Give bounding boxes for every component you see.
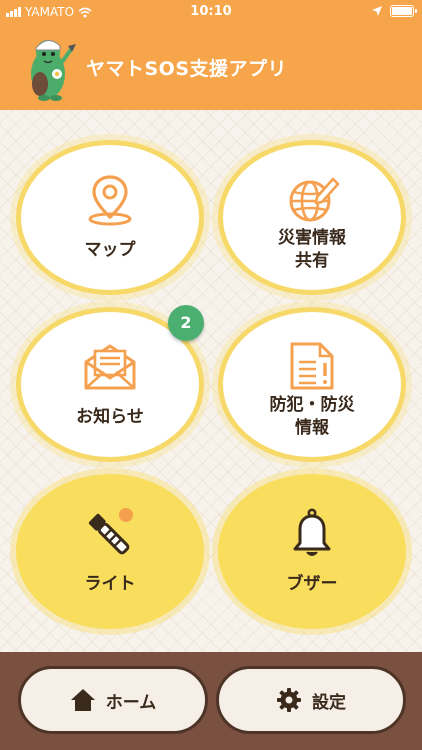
map-pin-icon xyxy=(88,175,132,226)
mascot-logo xyxy=(31,40,76,101)
settings-button-label: 設定 xyxy=(312,692,346,713)
map-tile-label: マップ xyxy=(84,240,136,260)
light-tile-label: ライト xyxy=(84,574,136,594)
bottom-nav: ホーム 設定 xyxy=(0,652,422,750)
status-bar: YAMATO 10:10 xyxy=(0,0,422,26)
home-button[interactable]: ホーム xyxy=(18,666,208,734)
app-title: ヤマトSOS支援アプリ xyxy=(86,58,288,80)
prevention-info-tile[interactable]: 防犯・防災 情報 xyxy=(218,307,406,462)
home-button-label: ホーム xyxy=(105,692,157,713)
envelope-icon xyxy=(84,344,136,390)
disaster-info-share-label: 災害情報 共有 xyxy=(278,228,346,271)
battery-icon xyxy=(390,5,417,17)
globe-pencil-icon xyxy=(289,177,340,222)
map-tile[interactable]: マップ xyxy=(16,140,204,295)
settings-button[interactable]: 設定 xyxy=(216,666,406,734)
buzzer-tile[interactable]: ブザー xyxy=(218,474,406,629)
flashlight-icon xyxy=(88,508,133,555)
home-icon xyxy=(70,689,95,711)
disaster-info-share-tile[interactable]: 災害情報 共有 xyxy=(218,140,406,295)
notification-badge: 2 xyxy=(168,305,204,341)
document-alert-icon xyxy=(290,342,334,390)
light-tile[interactable]: ライト xyxy=(16,474,204,629)
bell-icon xyxy=(293,508,331,556)
status-right xyxy=(372,5,417,17)
location-arrow-icon xyxy=(372,6,382,16)
status-time: 10:10 xyxy=(190,4,232,19)
prevention-info-label: 防犯・防災 情報 xyxy=(269,395,355,438)
app-header: ヤマトSOS支援アプリ xyxy=(0,26,422,110)
notices-tile-label: お知らせ xyxy=(76,407,144,427)
buzzer-tile-label: ブザー xyxy=(286,574,338,594)
gear-icon xyxy=(277,688,301,712)
